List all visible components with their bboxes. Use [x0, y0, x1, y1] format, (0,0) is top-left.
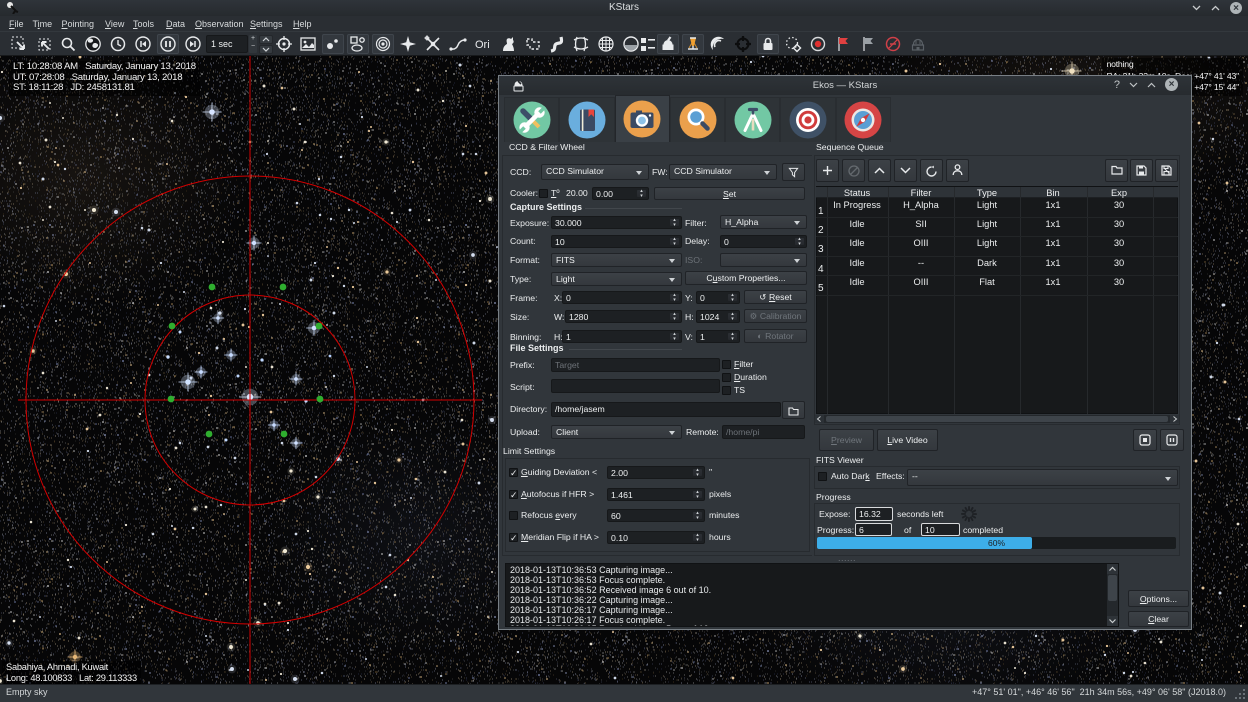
svg-text:Ori: Ori	[475, 39, 490, 51]
